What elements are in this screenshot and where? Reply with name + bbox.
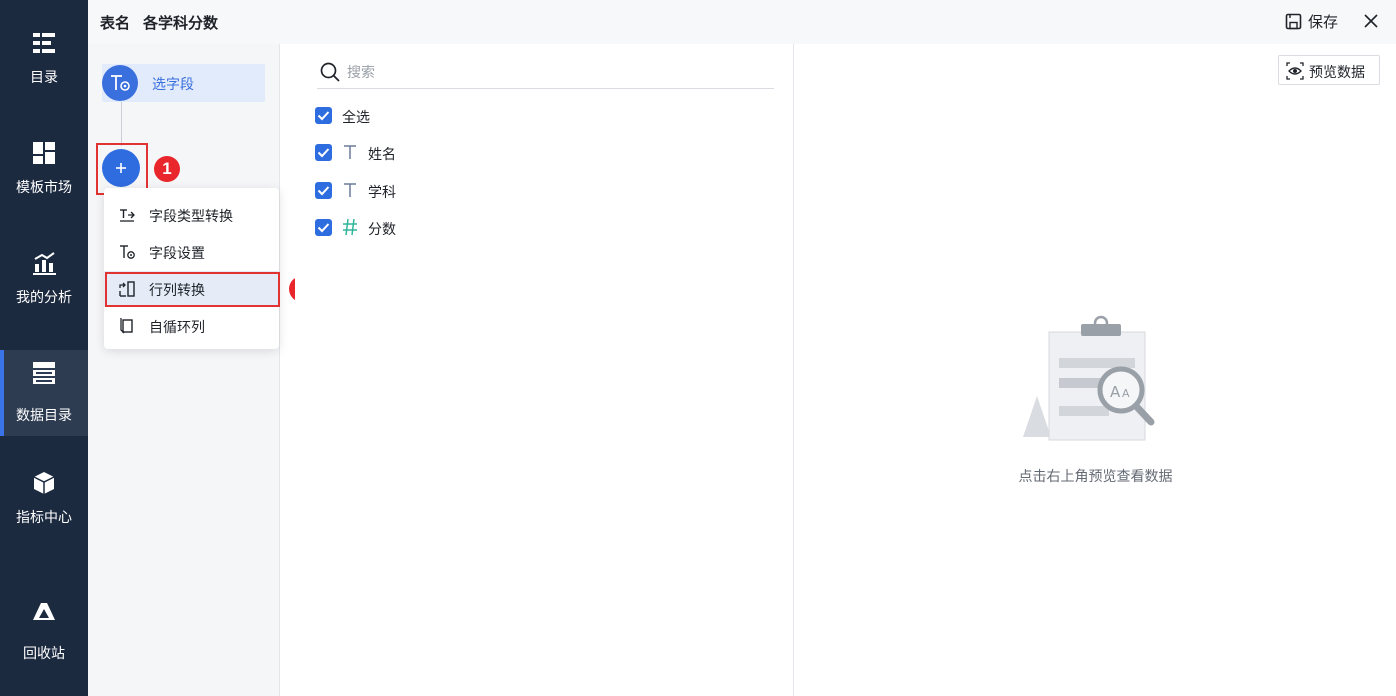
check-icon bbox=[317, 186, 330, 196]
add-step-menu: 字段类型转换 字段设置 行列转换 自循环列 bbox=[104, 188, 280, 349]
check-icon bbox=[317, 111, 330, 121]
check-icon bbox=[317, 223, 330, 233]
select-all-label: 全选 bbox=[342, 109, 370, 125]
search-icon bbox=[320, 62, 340, 82]
field-row[interactable]: 分数 bbox=[315, 216, 615, 240]
self-loop-column-icon bbox=[120, 318, 133, 334]
catalog-icon bbox=[33, 33, 55, 53]
menu-item-self-loop-column[interactable]: 自循环列 bbox=[104, 308, 279, 344]
preview-data-label: 预览数据 bbox=[1309, 64, 1365, 80]
nav-label-my-analysis: 我的分析 bbox=[16, 289, 72, 305]
menu-label-field-settings: 字段设置 bbox=[149, 245, 205, 261]
text-type-icon bbox=[344, 183, 356, 197]
nav-item-data-catalog[interactable]: 数据目录 bbox=[0, 350, 88, 436]
field-label: 分数 bbox=[368, 221, 396, 237]
menu-item-field-type-convert[interactable]: 字段类型转换 bbox=[104, 197, 279, 233]
empty-data-illustration: A A bbox=[1023, 315, 1155, 441]
text-type-icon bbox=[344, 145, 356, 159]
field-settings-icon bbox=[111, 75, 130, 91]
save-icon bbox=[1285, 13, 1302, 29]
nav-item-metrics-center[interactable]: 指标中心 bbox=[0, 470, 88, 556]
nav-label-template-market: 模板市场 bbox=[16, 179, 72, 195]
field-settings-icon bbox=[120, 245, 135, 259]
step-select-fields[interactable]: 选字段 bbox=[102, 64, 265, 102]
save-button[interactable]: 保存 bbox=[1285, 10, 1338, 32]
analysis-icon bbox=[33, 252, 56, 275]
preview-data-button[interactable]: 预览数据 bbox=[1278, 55, 1380, 85]
steps-panel: 选字段 1 字段类型转换 字段设置 行列转换 自循环列 bbox=[88, 44, 315, 696]
close-icon[interactable] bbox=[1360, 10, 1382, 32]
check-icon bbox=[317, 148, 330, 158]
field-label: 姓名 bbox=[368, 146, 396, 162]
nav-label-metrics-center: 指标中心 bbox=[16, 509, 72, 525]
field-row[interactable]: 姓名 bbox=[315, 141, 615, 165]
step-connector bbox=[121, 102, 122, 146]
nav-item-template-market[interactable]: 模板市场 bbox=[0, 140, 88, 226]
field-label: 学科 bbox=[368, 184, 396, 200]
step-label: 选字段 bbox=[152, 76, 194, 92]
menu-item-field-settings[interactable]: 字段设置 bbox=[104, 234, 279, 270]
search-box bbox=[317, 57, 774, 89]
nav-label-data-catalog: 数据目录 bbox=[16, 407, 72, 423]
recycle-bin-icon bbox=[33, 603, 55, 620]
svg-text:A: A bbox=[1122, 387, 1130, 400]
field-checkbox[interactable] bbox=[315, 182, 332, 199]
fields-panel: 全选 姓名 学科 分数 bbox=[295, 44, 794, 696]
annotation-badge-1: 1 bbox=[154, 156, 180, 182]
metrics-center-icon bbox=[33, 472, 55, 494]
data-catalog-icon bbox=[33, 362, 55, 384]
nav-item-catalog[interactable]: 目录 bbox=[0, 30, 88, 116]
left-nav: 目录 模板市场 我的分析 数据目录 指标中心 回收站 bbox=[0, 0, 88, 696]
step-circle bbox=[102, 65, 138, 101]
svg-text:A: A bbox=[1110, 383, 1121, 401]
field-checkbox[interactable] bbox=[315, 219, 332, 236]
plus-icon bbox=[116, 163, 126, 173]
save-label: 保存 bbox=[1307, 13, 1338, 31]
preview-panel: 预览数据 A A 点击右上角预览查看数据 bbox=[795, 44, 1396, 696]
menu-label-self-loop-column: 自循环列 bbox=[149, 319, 205, 335]
table-name-value: 各学科分数 bbox=[143, 15, 219, 32]
empty-preview-text: 点击右上角预览查看数据 bbox=[1018, 468, 1173, 484]
nav-item-my-analysis[interactable]: 我的分析 bbox=[0, 250, 88, 336]
nav-item-recycle-bin[interactable]: 回收站 bbox=[0, 600, 88, 686]
select-all-row[interactable]: 全选 bbox=[315, 104, 615, 128]
table-name-label: 表名 bbox=[100, 15, 131, 32]
number-type-icon bbox=[343, 218, 357, 236]
preview-eye-icon bbox=[1286, 62, 1304, 80]
nav-label-recycle-bin: 回收站 bbox=[23, 645, 65, 661]
select-all-checkbox[interactable] bbox=[315, 107, 332, 124]
nav-label-catalog: 目录 bbox=[30, 69, 58, 85]
field-row[interactable]: 学科 bbox=[315, 179, 615, 203]
template-market-icon bbox=[33, 142, 55, 164]
field-checkbox[interactable] bbox=[315, 144, 332, 161]
field-type-convert-icon bbox=[120, 209, 135, 222]
menu-label-field-type-convert: 字段类型转换 bbox=[149, 208, 233, 224]
header-bar: 表名 各学科分数 保存 bbox=[88, 0, 1396, 44]
add-step-button[interactable] bbox=[102, 149, 140, 187]
search-input[interactable] bbox=[347, 61, 747, 83]
highlight-box-row-column bbox=[105, 272, 280, 307]
